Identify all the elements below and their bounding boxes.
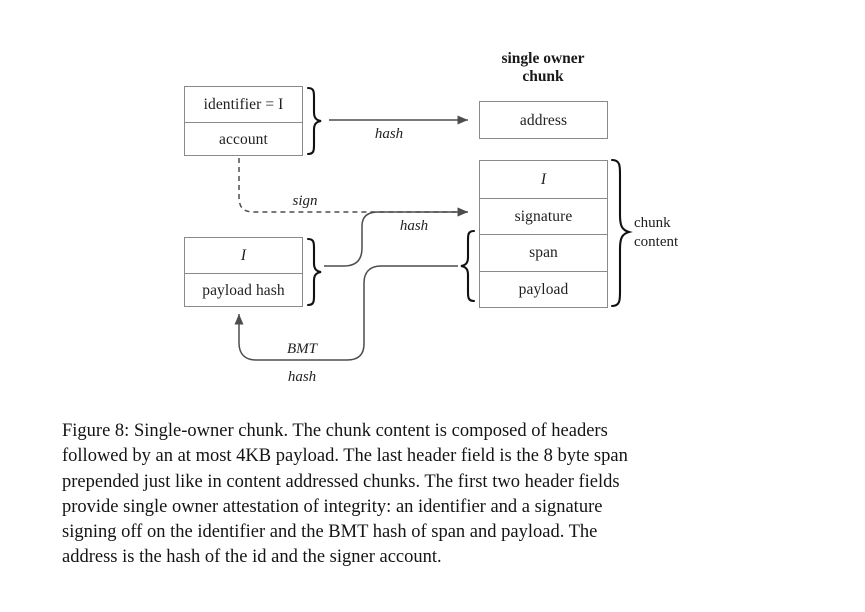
brace-label-chunk-content: chunk content <box>634 214 678 251</box>
field-signature: signature <box>480 197 607 235</box>
field-payload-hash: payload hash <box>185 273 302 308</box>
arrow-hash-to-chunk <box>324 207 468 267</box>
caption-line: address is the hash of the id and the si… <box>62 547 442 568</box>
field-address: address <box>480 102 607 139</box>
brace-identifier-account <box>306 86 322 156</box>
field-identifier-i-label: I <box>240 246 247 264</box>
field-identifier-label: identifier = I <box>203 95 284 113</box>
diagram-canvas: single owner chunk identifier = I accoun… <box>0 0 865 400</box>
brace-label-chunk-content-line-1: chunk <box>634 215 671 231</box>
identifier-payload-hash-box: I payload hash <box>184 237 303 307</box>
field-identifier-i: I <box>185 238 302 273</box>
field-payload-hash-label: payload hash <box>202 282 285 300</box>
caption-line: signing off on the identifier and the BM… <box>62 522 598 542</box>
field-chunk-identifier: I <box>480 161 607 198</box>
diagram-title-line-1: single owner <box>501 50 585 67</box>
field-identifier: identifier = I <box>185 87 302 122</box>
brace-chunk-content <box>610 158 633 308</box>
address-box: address <box>479 101 608 139</box>
field-address-label: address <box>519 111 568 129</box>
edge-label-bmt: BMT <box>287 341 317 357</box>
diagram-title: single owner chunk <box>501 50 584 87</box>
edge-label-hash-mid: hash <box>399 218 429 234</box>
field-account: account <box>185 122 302 157</box>
field-payload-label: payload <box>518 280 569 298</box>
chunk-box: I signature span payload <box>479 160 608 308</box>
caption-line: provide single owner attestation of inte… <box>62 496 603 517</box>
arrow-sign-dashed <box>238 158 468 217</box>
caption-line: followed by an at most 4KB payload. The … <box>62 446 628 467</box>
field-span-label: span <box>529 244 558 261</box>
diagram-connectors <box>234 86 633 361</box>
caption-line: Figure 8: Single-owner chunk. The chunk … <box>62 421 608 441</box>
figure-caption: Figure 8: Single-owner chunk. The chunk … <box>62 419 804 571</box>
edge-label-bmt-hash: hash <box>287 369 317 385</box>
brace-span-payload <box>460 229 476 303</box>
field-chunk-identifier-label: I <box>540 170 547 188</box>
caption-line: prepended just like in content addressed… <box>62 471 620 492</box>
field-signature-label: signature <box>514 207 573 225</box>
edge-label-hash-top: hash <box>374 126 404 142</box>
field-span: span <box>480 234 607 271</box>
field-account-label: account <box>219 131 268 149</box>
brace-label-chunk-content-line-2: content <box>634 233 679 250</box>
figure-8: single owner chunk identifier = I accoun… <box>0 0 865 612</box>
identifier-account-box: identifier = I account <box>184 86 303 156</box>
edge-label-sign: sign <box>292 193 318 209</box>
diagram-title-line-2: chunk <box>522 68 564 86</box>
field-payload: payload <box>480 270 607 308</box>
brace-identifier-payload <box>306 237 322 307</box>
